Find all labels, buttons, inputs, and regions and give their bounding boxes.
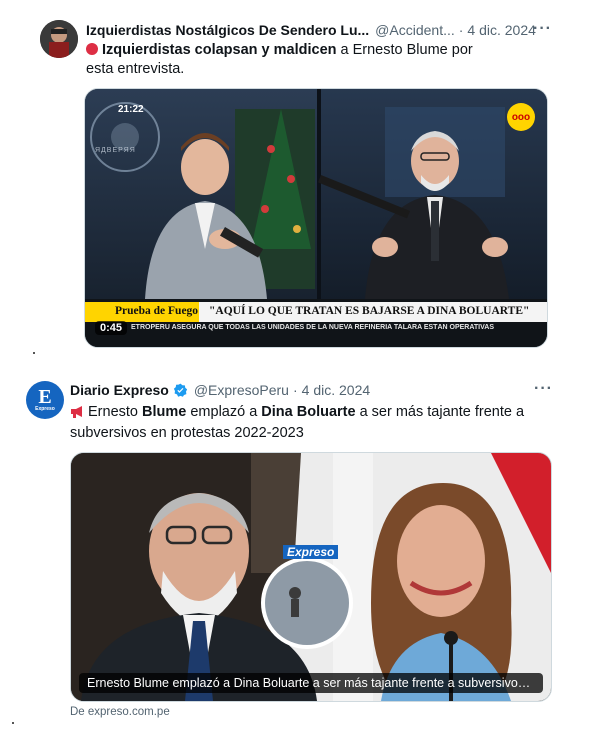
tweet-card-1[interactable]: Izquierdistas Nostálgicos De Sendero Lu.…: [28, 8, 562, 353]
tweet-text: Izquierdistas colapsan y maldicen a Erne…: [86, 41, 496, 79]
video-headline: "AQUÍ LO QUE TRATAN ES BAJARSE A DINA BO…: [199, 302, 547, 322]
verified-badge-icon: [173, 383, 188, 398]
tweet-date[interactable]: 4 dic. 2024: [302, 382, 371, 398]
lower-third: Prueba de Fuego "AQUÍ LO QUE TRATAN ES B…: [85, 302, 547, 322]
video-time-top: 21:22: [118, 104, 144, 115]
link-source[interactable]: De expreso.com.pe: [70, 706, 170, 718]
tweet-date[interactable]: 4 dic. 2024: [467, 22, 536, 38]
tweet-text-part-3: emplazó a: [186, 404, 262, 420]
link-card-image[interactable]: Expreso Ernesto Blume emplazó a Dina Bol…: [70, 452, 552, 702]
author-name[interactable]: Diario Expreso: [70, 382, 169, 398]
author-handle[interactable]: @Accident...: [375, 22, 455, 38]
show-label: Prueba de Fuego: [85, 302, 199, 322]
tweet-text-part-2: Blume: [142, 404, 187, 420]
author-name[interactable]: Izquierdistas Nostálgicos De Sendero Lu.…: [86, 22, 369, 38]
tweet-text-bold: Izquierdistas colapsan y maldicen: [102, 42, 337, 58]
tweet-header: Diario Expreso @ExpresoPeru · 4 dic. 202…: [70, 382, 370, 398]
avatar-sub: Expreso: [35, 406, 55, 412]
tweet-text: Ernesto Blume emplazó a Dina Boluarte a …: [70, 403, 530, 443]
tweet-text-part-1: Ernesto: [88, 404, 142, 420]
more-options-icon[interactable]: ···: [533, 20, 552, 38]
video-player[interactable]: 21:22 ЯДВЕРЯЯ ooo Prueba de Fuego "AQUÍ …: [84, 88, 548, 348]
card-caption[interactable]: Ernesto Blume emplazó a Dina Boluarte a …: [79, 673, 543, 693]
author-handle[interactable]: @ExpresoPeru: [194, 382, 289, 398]
video-duration: 0:45: [95, 321, 128, 335]
tweet-header: Izquierdistas Nostálgicos De Sendero Lu.…: [86, 22, 536, 38]
megaphone-icon: [70, 405, 85, 424]
separator-dot: ·: [458, 22, 464, 38]
tweet-text-part-4: Dina Boluarte: [261, 404, 356, 420]
channel-logo-text: ooo: [511, 111, 531, 123]
more-options-icon[interactable]: ···: [534, 380, 553, 398]
channel-logo: ooo: [507, 103, 535, 131]
avatar-letter: E: [38, 386, 52, 408]
stray-dot: [33, 352, 35, 354]
red-circle-icon: [86, 43, 98, 55]
separator-dot: ·: [292, 382, 298, 398]
tweet-card-2[interactable]: E Expreso Diario Expreso @ExpresoPeru · …: [14, 366, 566, 723]
avatar-image: [40, 20, 78, 58]
card-image: [71, 453, 551, 701]
brand-label: Expreso: [283, 545, 339, 559]
stray-dot: [12, 722, 14, 724]
avatar[interactable]: [40, 20, 78, 58]
news-ticker: ETROPERÚ ASEGURA QUE TODAS LAS UNIDADES …: [131, 324, 494, 331]
channel-watermark: ЯДВЕРЯЯ: [95, 147, 136, 154]
avatar[interactable]: E Expreso: [26, 381, 64, 419]
